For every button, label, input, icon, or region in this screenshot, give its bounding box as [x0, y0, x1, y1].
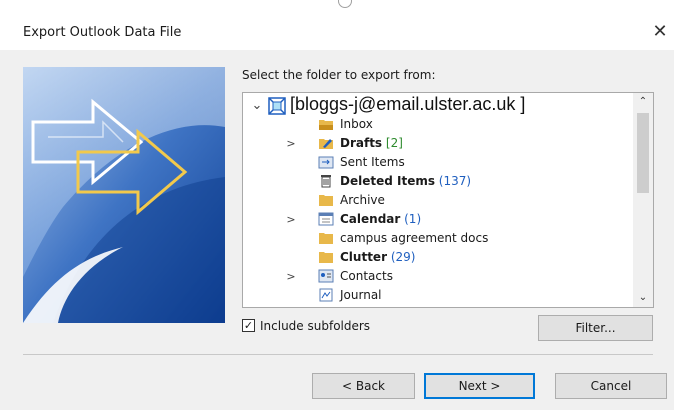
- next-button[interactable]: Next >: [424, 373, 535, 399]
- folder-label: Inbox: [340, 115, 373, 134]
- export-outlook-dialog: Export Outlook Data File ✕ Select the fo…: [0, 0, 674, 410]
- unread-count: (29): [387, 250, 416, 264]
- tree-scrollbar[interactable]: ⌃ ⌄: [633, 93, 653, 307]
- unread-count: [2]: [382, 136, 403, 150]
- folder-row[interactable]: > Contacts: [243, 267, 633, 286]
- account-label: [bloggs-j@email.ulster.ac.uk ]: [290, 94, 526, 114]
- window-notch: [338, 0, 352, 8]
- unread-count: (137): [434, 174, 472, 188]
- mailbox-account-icon: [268, 97, 286, 115]
- folder-name: Journal: [340, 288, 382, 302]
- inbox-folder-icon: [318, 117, 334, 131]
- scroll-up-icon[interactable]: ⌃: [633, 93, 653, 111]
- sent-items-icon: [318, 155, 334, 169]
- scroll-down-icon[interactable]: ⌄: [633, 289, 653, 307]
- folder-row[interactable]: Journal: [243, 286, 633, 305]
- folder-label: Clutter (29): [340, 248, 415, 267]
- journal-icon: [318, 288, 334, 302]
- folder-row[interactable]: Archive: [243, 191, 633, 210]
- folder-icon: [318, 250, 334, 264]
- dialog-title: Export Outlook Data File: [23, 25, 182, 40]
- expand-chevron-icon[interactable]: >: [285, 210, 297, 229]
- folder-row[interactable]: Inbox: [243, 115, 633, 134]
- scroll-thumb[interactable]: [637, 113, 649, 193]
- folder-name: Drafts: [340, 136, 383, 150]
- tree-root-row[interactable]: ⌄ [bloggs-j@email.ulster.ac.uk ]: [243, 94, 633, 115]
- folder-label: Archive: [340, 191, 385, 210]
- folder-select-prompt: Select the folder to export from:: [242, 68, 436, 82]
- folder-icon: [318, 193, 334, 207]
- title-bar: Export Outlook Data File ✕: [0, 0, 674, 50]
- expand-chevron-icon[interactable]: >: [285, 267, 297, 286]
- expand-chevron-icon[interactable]: >: [285, 134, 297, 153]
- export-wizard-artwork: [23, 67, 225, 323]
- folder-name: Sent Items: [340, 155, 405, 169]
- folder-row[interactable]: Sent Items: [243, 153, 633, 172]
- folder-name: Inbox: [340, 117, 373, 131]
- folder-label: Deleted Items (137): [340, 172, 471, 191]
- folder-name: Contacts: [340, 269, 393, 283]
- folder-tree[interactable]: ⌄ [bloggs-j@email.ulster.ac.uk ] Inbox > D…: [242, 92, 654, 308]
- folder-row[interactable]: Deleted Items (137): [243, 172, 633, 191]
- folder-label: Contacts: [340, 267, 393, 286]
- close-icon[interactable]: ✕: [648, 20, 672, 44]
- checkmark-icon: ✓: [243, 319, 254, 332]
- footer-divider: [23, 354, 653, 355]
- folder-name: Deleted Items: [340, 174, 435, 188]
- trash-icon: [318, 174, 334, 188]
- unread-count: (1): [400, 212, 422, 226]
- folder-label: Sent Items: [340, 153, 405, 172]
- drafts-folder-icon: [318, 136, 334, 150]
- include-subfolders-checkbox[interactable]: ✓: [242, 319, 255, 332]
- collapse-chevron-icon[interactable]: ⌄: [251, 96, 263, 115]
- folder-label: Journal: [340, 286, 382, 305]
- contacts-icon: [318, 269, 334, 283]
- cancel-button[interactable]: Cancel: [555, 373, 667, 399]
- folder-label: campus agreement docs: [340, 229, 488, 248]
- arrows-illustration-icon: [23, 67, 225, 323]
- folder-name: Clutter: [340, 250, 387, 264]
- back-button[interactable]: < Back: [312, 373, 415, 399]
- folder-row[interactable]: Clutter (29): [243, 248, 633, 267]
- folder-row[interactable]: campus agreement docs: [243, 229, 633, 248]
- folder-row[interactable]: > Drafts [2]: [243, 134, 633, 153]
- folder-label: Drafts [2]: [340, 134, 403, 153]
- include-subfolders-label: Include subfolders: [260, 319, 371, 333]
- folder-label: Calendar (1): [340, 210, 421, 229]
- folder-name: Calendar: [340, 212, 401, 226]
- filter-button[interactable]: Filter...: [538, 315, 653, 341]
- folder-name: campus agreement docs: [340, 231, 489, 245]
- folder-name: Archive: [340, 193, 385, 207]
- folder-row[interactable]: > Calendar (1): [243, 210, 633, 229]
- calendar-icon: [318, 212, 334, 226]
- folder-icon: [318, 231, 334, 245]
